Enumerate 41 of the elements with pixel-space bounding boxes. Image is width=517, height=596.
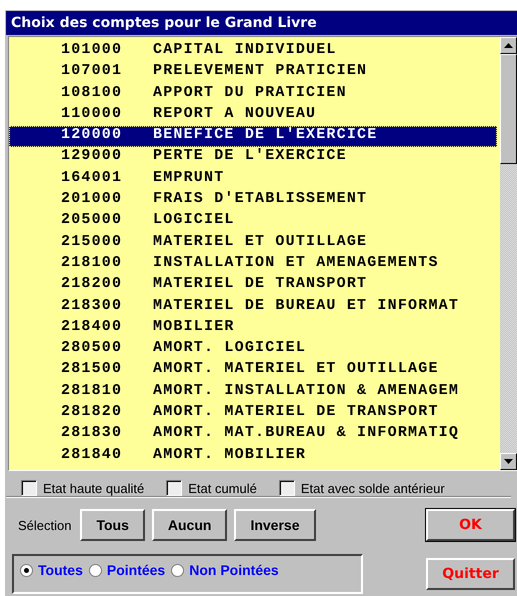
checkbox-label: Etat avec solde antérieur [300, 480, 445, 496]
checkbox-label: Etat haute qualité [43, 480, 144, 496]
account-row[interactable]: 110000 REPORT A NOUVEAU [9, 104, 497, 126]
account-row[interactable]: 218400 MOBILIER [9, 318, 497, 340]
radio-label: Pointées [106, 562, 166, 578]
window-title: Choix des comptes pour le Grand Livre [6, 11, 517, 35]
selection-button[interactable]: Aucun [152, 509, 228, 541]
radio-label: Toutes [38, 562, 83, 578]
account-row[interactable]: 280500 AMORT. LOGICIEL [9, 339, 497, 360]
scroll-down-icon[interactable] [500, 453, 517, 470]
account-row[interactable]: 281500 AMORT. MATERIEL ET OUTILLAGE [9, 360, 497, 382]
account-row[interactable]: 120000 BENEFICE DE L'EXERCICE [9, 126, 497, 148]
account-row[interactable]: 107001 PRELEVEMENT PRATICIEN [9, 62, 497, 84]
account-row[interactable]: 205000 LOGICIEL [9, 211, 497, 233]
checkbox-label: Etat cumulé [188, 480, 257, 496]
account-row[interactable]: 281840 AMORT. MOBILIER [9, 446, 497, 467]
account-row[interactable]: 281810 AMORT. INSTALLATION & AMENAGEM [9, 382, 497, 404]
checkbox[interactable] [21, 480, 37, 496]
account-row[interactable]: 218200 MATERIEL DE TRANSPORT [9, 275, 497, 297]
selection-button[interactable]: Inverse [234, 509, 316, 541]
account-row[interactable]: 281830 AMORT. MAT.BUREAU & INFORMATIQ [9, 424, 497, 446]
radio-button[interactable] [20, 564, 33, 576]
scrollbar[interactable] [500, 37, 517, 470]
account-row[interactable]: 201000 FRAIS D'ETABLISSEMENT [9, 190, 497, 212]
selection-label: Sélection [18, 518, 72, 532]
checkbox[interactable] [278, 480, 295, 496]
account-row[interactable]: 218100 INSTALLATION ET AMENAGEMENTS [9, 254, 497, 276]
account-row[interactable]: 218300 MATERIEL DE BUREAU ET INFORMAT [9, 296, 497, 318]
scroll-up-icon[interactable] [500, 37, 517, 54]
checkbox[interactable] [166, 480, 182, 496]
radio-button[interactable] [88, 564, 102, 576]
account-row[interactable]: 108100 APPORT DU PRATICIEN [9, 84, 497, 105]
account-row[interactable]: 101000 CAPITAL INDIVIDUEL [9, 41, 497, 62]
radio-button[interactable] [171, 564, 184, 576]
account-row[interactable]: 164001 EMPRUNT [9, 168, 497, 190]
account-row[interactable]: 215000 MATERIEL ET OUTILLAGE [9, 232, 497, 254]
account-row[interactable]: 281820 AMORT. MATERIEL DE TRANSPORT [9, 403, 497, 424]
scroll-thumb[interactable] [500, 54, 517, 164]
radio-label: Non Pointées [189, 562, 279, 578]
selection-button[interactable]: Tous [80, 509, 145, 541]
account-row[interactable]: 129000 PERTE DE L'EXERCICE [9, 147, 497, 169]
